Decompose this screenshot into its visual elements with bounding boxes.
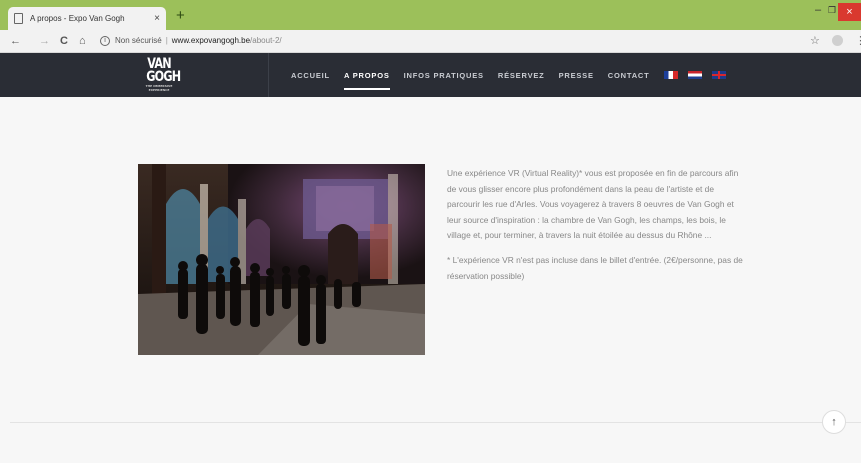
- home-button[interactable]: ⌂: [79, 34, 86, 48]
- main-nav: ACCUEIL A PROPOS INFOS PRATIQUES RÉSERVE…: [291, 53, 736, 97]
- browser-menu-icon[interactable]: ⋮: [855, 34, 861, 47]
- vr-description: Une expérience VR (Virtual Reality)* vou…: [447, 168, 739, 241]
- nav-reservez[interactable]: RÉSERVEZ: [498, 71, 545, 80]
- vr-price-note: * L'expérience VR n'est pas incluse dans…: [447, 254, 743, 281]
- about-text: Une expérience VR (Virtual Reality)* vou…: [447, 166, 745, 284]
- url-separator: |: [165, 36, 168, 45]
- nav-presse[interactable]: PRESSE: [559, 71, 594, 80]
- nav-infos-pratiques[interactable]: INFOS PRATIQUES: [404, 71, 484, 80]
- info-icon[interactable]: i: [100, 36, 110, 46]
- nav-contact[interactable]: CONTACT: [608, 71, 650, 80]
- arrow-up-icon: ↑: [831, 416, 837, 428]
- security-label: Non sécurisé: [115, 36, 162, 45]
- url-path: /about-2/: [250, 36, 282, 45]
- header-divider: [268, 53, 269, 97]
- forward-button[interactable]: →: [39, 34, 50, 48]
- reload-button[interactable]: C: [60, 34, 68, 48]
- tab-title: A propos - Expo Van Gogh: [30, 14, 125, 23]
- main-content: Une expérience VR (Virtual Reality)* vou…: [0, 97, 861, 463]
- nav-a-propos[interactable]: A PROPOS: [343, 71, 390, 90]
- address-bar[interactable]: i Non sécurisé | www.expovangogh.be /abo…: [100, 33, 282, 49]
- new-tab-button[interactable]: +: [176, 8, 185, 23]
- minimize-button[interactable]: –: [815, 4, 821, 16]
- logo-line-2: GOGH: [146, 69, 181, 85]
- browser-tab[interactable]: A propos - Expo Van Gogh ×: [8, 7, 166, 30]
- nl-flag-icon[interactable]: [687, 71, 702, 79]
- fr-flag-icon[interactable]: [663, 71, 678, 79]
- footer-divider: [10, 422, 861, 423]
- scroll-to-top-button[interactable]: ↑: [822, 410, 846, 434]
- site-logo[interactable]: VAN GOGH THE IMMERSIVE EXPERIENCE: [143, 57, 181, 92]
- browser-toolbar: ← → C ⌂ i Non sécurisé | www.expovangogh…: [0, 30, 861, 53]
- logo-tagline: THE IMMERSIVE EXPERIENCE: [145, 84, 173, 92]
- profile-icon[interactable]: [832, 35, 843, 46]
- back-button[interactable]: ←: [10, 34, 21, 48]
- restore-button[interactable]: ❐: [828, 4, 836, 16]
- url-host: www.expovangogh.be: [171, 36, 251, 45]
- nav-accueil[interactable]: ACCUEIL: [291, 71, 330, 80]
- close-window-button[interactable]: ×: [838, 3, 861, 21]
- browser-tab-bar: A propos - Expo Van Gogh × + – ❐ ×: [0, 0, 861, 30]
- exhibition-photo: [138, 164, 425, 355]
- bookmark-star-icon[interactable]: ☆: [810, 34, 820, 47]
- tab-close-icon[interactable]: ×: [154, 13, 160, 24]
- page-icon: [14, 13, 23, 24]
- gb-flag-icon[interactable]: [711, 71, 726, 79]
- site-header: VAN GOGH THE IMMERSIVE EXPERIENCE ACCUEI…: [0, 53, 861, 97]
